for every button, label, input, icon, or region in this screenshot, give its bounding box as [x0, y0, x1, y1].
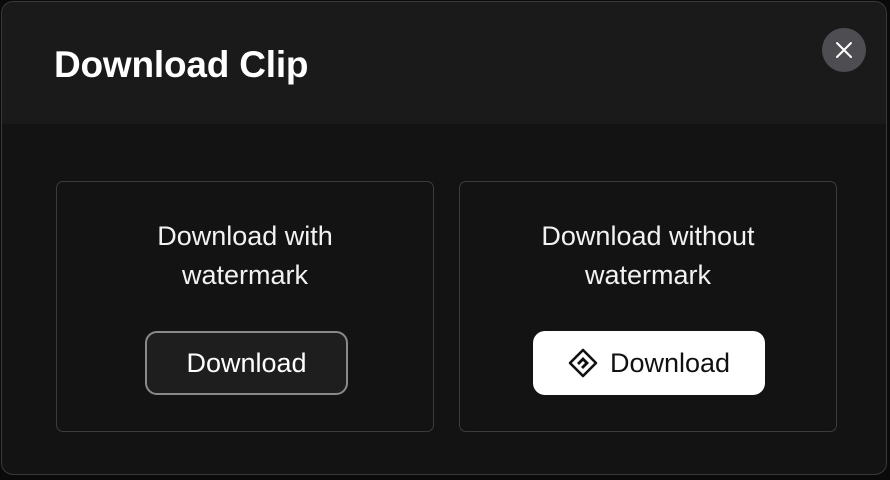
option-without-watermark: Download without watermark Download	[459, 181, 837, 432]
option-heading-line: watermark	[584, 260, 712, 290]
diamond-icon	[568, 348, 598, 378]
option-heading: Download with watermark	[57, 217, 433, 295]
download-with-watermark-button[interactable]: Download	[145, 331, 348, 395]
close-icon	[836, 42, 852, 58]
option-heading-line: Download without	[541, 221, 755, 251]
dialog-title: Download Clip	[54, 44, 309, 85]
option-heading-line: Download with	[157, 221, 333, 251]
button-label: Download	[609, 347, 731, 378]
option-heading-line: watermark	[181, 260, 309, 290]
close-button[interactable]	[822, 28, 866, 72]
option-heading: Download without watermark	[460, 217, 836, 295]
download-clip-dialog: Download Clip Download with watermark Do…	[1, 1, 887, 475]
option-with-watermark: Download with watermark Download	[56, 181, 434, 432]
dialog-header: Download Clip	[2, 2, 886, 124]
button-label: Download	[186, 347, 307, 378]
download-without-watermark-button[interactable]: Download	[533, 331, 765, 395]
